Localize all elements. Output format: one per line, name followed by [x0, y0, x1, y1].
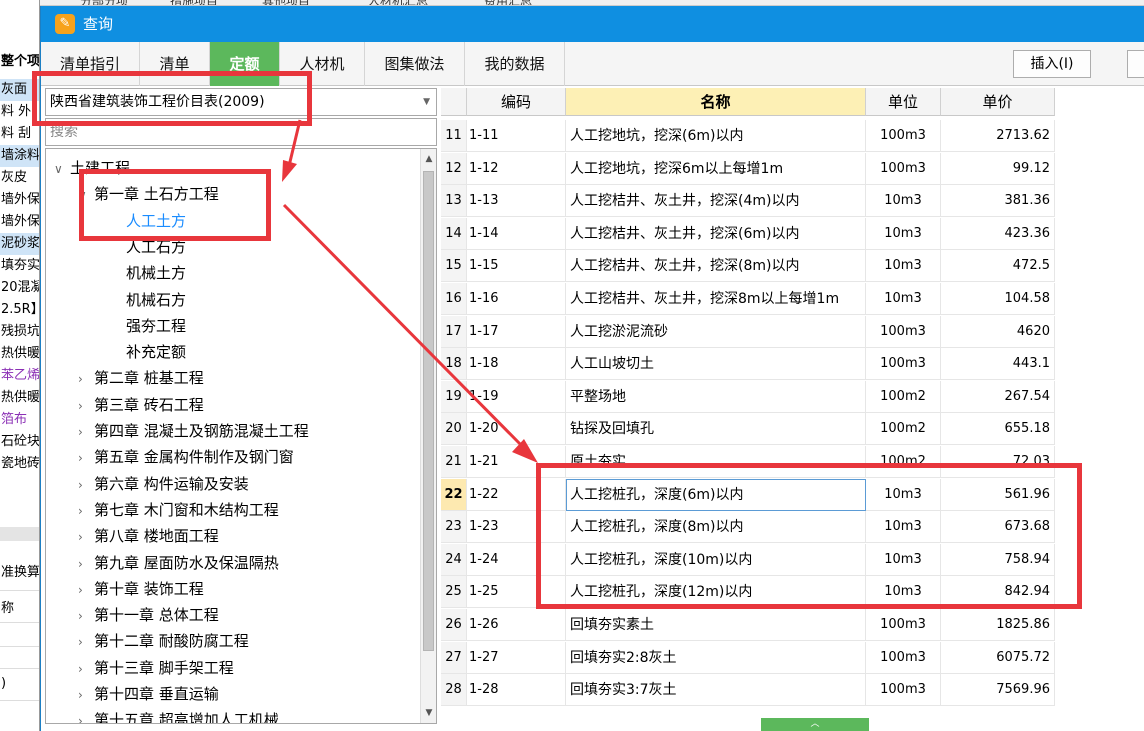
arrow-line-2: [282, 203, 526, 450]
arrow-head-2: [512, 439, 538, 463]
screen: 收益分部分项措施项目其他项目人材机汇总费用汇总 整个项灰面料 外料 刮墙涂料灰皮…: [0, 0, 1144, 731]
annotation-arrows: [282, 119, 538, 463]
arrow-head-1: [282, 160, 297, 182]
arrow-line-1: [287, 119, 302, 167]
